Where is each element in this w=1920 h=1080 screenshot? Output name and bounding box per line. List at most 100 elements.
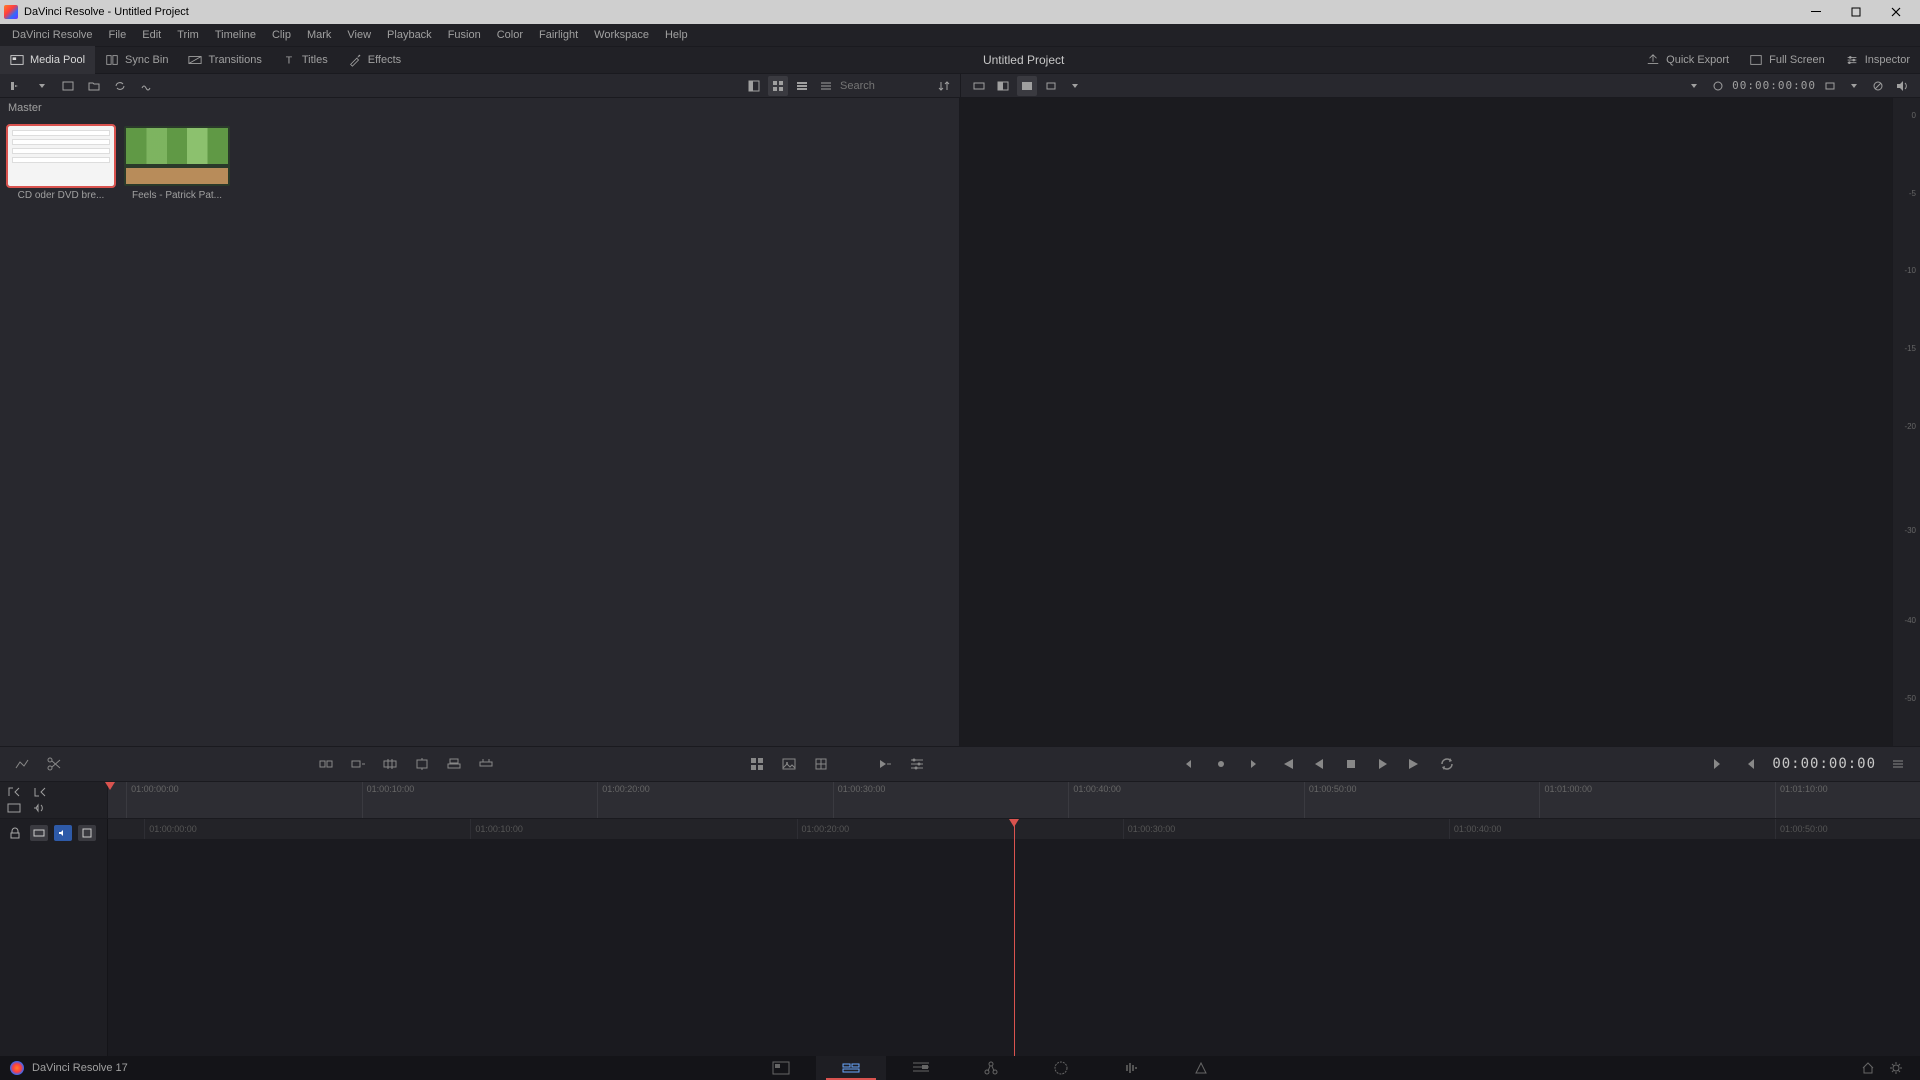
sync-bin-button[interactable]: Sync Bin: [95, 46, 178, 74]
play-reverse-button[interactable]: [1307, 752, 1331, 776]
go-to-start-button[interactable]: [1275, 752, 1299, 776]
home-button[interactable]: [1854, 1056, 1882, 1080]
track-select-down-button[interactable]: [30, 785, 50, 799]
metadata-view-button[interactable]: [744, 76, 764, 96]
timeline-playhead[interactable]: [1014, 819, 1015, 1056]
next-edit-button[interactable]: [1706, 752, 1730, 776]
audio-track-button[interactable]: [30, 801, 50, 815]
play-button[interactable]: [1371, 752, 1395, 776]
menu-edit[interactable]: Edit: [134, 24, 169, 46]
safe-area-button[interactable]: [1708, 76, 1728, 96]
video-track-button[interactable]: [4, 801, 24, 815]
transform-button[interactable]: [809, 752, 833, 776]
inspector-button[interactable]: Inspector: [1835, 46, 1920, 74]
lock-track-button[interactable]: [6, 825, 24, 841]
effects-button[interactable]: Effects: [338, 46, 411, 74]
menu-timeline[interactable]: Timeline: [207, 24, 264, 46]
viewer-aspect-dropdown[interactable]: [1065, 76, 1085, 96]
viewer-canvas[interactable]: [960, 98, 1892, 746]
menu-mark[interactable]: Mark: [299, 24, 339, 46]
jog-next-button[interactable]: [1241, 752, 1265, 776]
clip-item[interactable]: Feels - Patrick Pat...: [124, 126, 230, 201]
video-enable-button[interactable]: [30, 825, 48, 841]
menu-trim[interactable]: Trim: [169, 24, 207, 46]
color-page-button[interactable]: [1026, 1056, 1096, 1080]
go-to-end-button[interactable]: [1403, 752, 1427, 776]
cut-page-button[interactable]: [816, 1056, 886, 1080]
media-pool-button[interactable]: Media Pool: [0, 46, 95, 74]
place-on-top-button[interactable]: [442, 752, 466, 776]
timeline-tracks[interactable]: 01:00:00:00 01:00:10:00 01:00:20:00 01:0…: [108, 819, 1920, 1056]
bin-list-toggle-button[interactable]: [6, 76, 26, 96]
jog-prev-button[interactable]: [1177, 752, 1201, 776]
menu-fusion[interactable]: Fusion: [440, 24, 489, 46]
bin-dropdown-button[interactable]: [32, 76, 52, 96]
viewer-timecode[interactable]: 00:00:00:00: [1732, 79, 1816, 92]
source-tape-button[interactable]: [969, 76, 989, 96]
viewer-aspect-button[interactable]: [1041, 76, 1061, 96]
menu-color[interactable]: Color: [489, 24, 531, 46]
menu-help[interactable]: Help: [657, 24, 696, 46]
audio-enable-button[interactable]: [54, 825, 72, 841]
menu-playback[interactable]: Playback: [379, 24, 440, 46]
menu-workspace[interactable]: Workspace: [586, 24, 657, 46]
source-overwrite-button[interactable]: [474, 752, 498, 776]
fast-review-button[interactable]: [873, 752, 897, 776]
ripple-overwrite-button[interactable]: [378, 752, 402, 776]
thumbnail-view-button[interactable]: [768, 76, 788, 96]
import-media-button[interactable]: [58, 76, 78, 96]
prev-edit-button[interactable]: [1738, 752, 1762, 776]
close-up-button[interactable]: [410, 752, 434, 776]
loop-button[interactable]: [1435, 752, 1459, 776]
project-settings-button[interactable]: [1882, 1056, 1910, 1080]
edit-page-button[interactable]: [886, 1056, 956, 1080]
search-input[interactable]: [840, 80, 930, 92]
full-screen-button[interactable]: Full Screen: [1739, 46, 1835, 74]
minimize-button[interactable]: [1796, 0, 1836, 24]
titles-button[interactable]: T Titles: [272, 46, 338, 74]
strip-view-button[interactable]: [792, 76, 812, 96]
options-dropdown[interactable]: [1844, 76, 1864, 96]
mini-playhead[interactable]: [110, 782, 115, 790]
image-button[interactable]: [777, 752, 801, 776]
viewer-dropdown[interactable]: [1684, 76, 1704, 96]
transitions-button[interactable]: Transitions: [178, 46, 271, 74]
timeline-menu-button[interactable]: [1886, 752, 1910, 776]
stop-button[interactable]: [1339, 752, 1363, 776]
track-select-up-button[interactable]: [4, 785, 24, 799]
dual-viewer-button[interactable]: [1017, 76, 1037, 96]
timeline-timecode[interactable]: 00:00:00:00: [1772, 756, 1876, 772]
smart-insert-button[interactable]: [314, 752, 338, 776]
menu-view[interactable]: View: [339, 24, 379, 46]
bypass-button[interactable]: [1868, 76, 1888, 96]
menu-clip[interactable]: Clip: [264, 24, 299, 46]
list-view-button[interactable]: [816, 76, 836, 96]
fairlight-page-button[interactable]: [1096, 1056, 1166, 1080]
import-folder-button[interactable]: [84, 76, 104, 96]
fusion-page-button[interactable]: [956, 1056, 1026, 1080]
options-button[interactable]: [1820, 76, 1840, 96]
clip-item[interactable]: CD oder DVD bre...: [8, 126, 114, 201]
audio-toggle-button[interactable]: [1892, 76, 1912, 96]
quick-export-button[interactable]: Quick Export: [1636, 46, 1739, 74]
bin-breadcrumb[interactable]: Master: [0, 98, 959, 118]
menu-davinci-resolve[interactable]: DaVinci Resolve: [4, 24, 101, 46]
menu-file[interactable]: File: [101, 24, 135, 46]
mini-ruler[interactable]: 01:00:00:00 01:00:10:00 01:00:20:00 01:0…: [108, 782, 1920, 818]
media-page-button[interactable]: [746, 1056, 816, 1080]
mute-button[interactable]: [78, 825, 96, 841]
sort-button[interactable]: [934, 76, 954, 96]
stabilize-button[interactable]: [136, 76, 156, 96]
boring-detector-button[interactable]: [10, 752, 34, 776]
ruler-mark: 01:00:10:00: [362, 782, 415, 818]
tools-button[interactable]: [745, 752, 769, 776]
close-button[interactable]: [1876, 0, 1916, 24]
timeline-options-button[interactable]: [905, 752, 929, 776]
single-viewer-button[interactable]: [993, 76, 1013, 96]
maximize-button[interactable]: [1836, 0, 1876, 24]
split-button[interactable]: [42, 752, 66, 776]
deliver-page-button[interactable]: [1166, 1056, 1236, 1080]
append-button[interactable]: [346, 752, 370, 776]
menu-fairlight[interactable]: Fairlight: [531, 24, 586, 46]
sync-button[interactable]: [110, 76, 130, 96]
